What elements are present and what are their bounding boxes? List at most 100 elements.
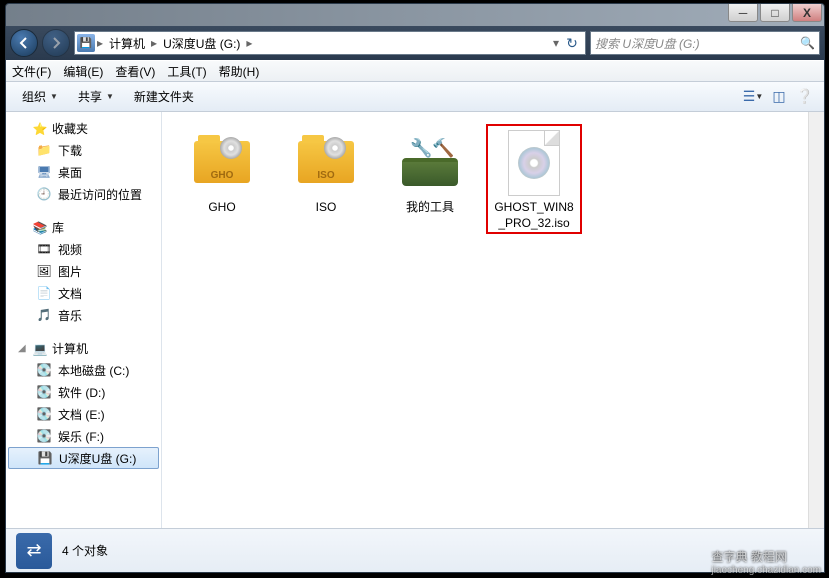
sidebar-label: 最近访问的位置 [58,186,142,203]
sidebar-group-libraries: 📚 库 🎞 视频 🖼 图片 📄 文档 🎵 音乐 [6,217,161,326]
sidebar-item-music[interactable]: 🎵 音乐 [6,304,161,326]
usb-drive-icon: ⇄ [16,533,52,569]
search-icon[interactable]: 🔍 [800,36,815,50]
star-icon: ⭐ [32,121,48,137]
sidebar-item-drive-d[interactable]: 💽 软件 (D:) [6,381,161,403]
sidebar-label: 下载 [58,142,82,159]
new-folder-button[interactable]: 新建文件夹 [126,86,202,107]
sidebar-item-downloads[interactable]: 📁 下载 [6,139,161,161]
usb-drive-icon: 💾 [37,450,53,466]
file-label: GHOST_WIN8_PRO_32.iso [492,200,576,231]
content-area: ⭐ 收藏夹 📁 下载 🖥 桌面 🕘 最近访问的位置 [6,112,824,528]
back-button[interactable] [10,29,38,57]
maximize-button[interactable]: □ [760,4,790,22]
vertical-scrollbar[interactable] [808,112,824,528]
recent-icon: 🕘 [36,186,52,202]
menu-file[interactable]: 文件(F) [12,63,51,80]
sidebar-label: 娱乐 (F:) [58,428,104,445]
folder-icon: GHO [188,128,256,196]
sidebar-item-recent[interactable]: 🕘 最近访问的位置 [6,183,161,205]
view-options-button[interactable]: ☰ ▼ [742,86,764,108]
sidebar-label: U深度U盘 (G:) [59,450,136,467]
breadcrumb-arrow-icon[interactable]: ▸ [95,36,105,50]
sidebar-label: 软件 (D:) [58,384,105,401]
sidebar-label: 视频 [58,241,82,258]
nav-bar: 💾 ▸ 计算机 ▸ U深度U盘 (G:) ▸ ▾ ↻ 搜索 U深度U盘 (G:)… [6,26,824,60]
sidebar-label: 计算机 [52,340,88,357]
sidebar-item-drive-e[interactable]: 💽 文档 (E:) [6,403,161,425]
search-placeholder: 搜索 U深度U盘 (G:) [595,35,700,52]
sidebar-head-favorites[interactable]: ⭐ 收藏夹 [6,118,161,139]
file-label: ISO [316,200,337,216]
menu-bar: 文件(F) 编辑(E) 查看(V) 工具(T) 帮助(H) [6,60,824,82]
search-input[interactable]: 搜索 U深度U盘 (G:) 🔍 [590,31,820,55]
sidebar-item-drive-c[interactable]: 💽 本地磁盘 (C:) [6,359,161,381]
address-bar[interactable]: 💾 ▸ 计算机 ▸ U深度U盘 (G:) ▸ ▾ ↻ [74,31,586,55]
explorer-window: ─ □ X 💾 ▸ 计算机 ▸ U深度U盘 (G:) ▸ ▾ ↻ 搜索 U深度U… [5,3,825,573]
status-bar: ⇄ 4 个对象 [6,528,824,572]
video-icon: 🎞 [36,241,52,257]
breadcrumb-drive[interactable]: U深度U盘 (G:) [159,32,244,54]
folder-gho[interactable]: GHO GHO [174,124,270,234]
status-text: 4 个对象 [62,542,108,559]
menu-tools[interactable]: 工具(T) [167,63,206,80]
file-list[interactable]: GHO GHO ISO ISO 🔧🔨 我的工具 GHOST_WIN8_PRO_3… [162,112,808,528]
refresh-button[interactable]: ↻ [561,32,583,54]
sidebar-item-videos[interactable]: 🎞 视频 [6,238,161,260]
library-icon: 📚 [32,220,48,236]
sidebar-item-desktop[interactable]: 🖥 桌面 [6,161,161,183]
close-button[interactable]: X [792,4,822,22]
sidebar-label: 文档 [58,285,82,302]
file-ghost-iso[interactable]: GHOST_WIN8_PRO_32.iso [486,124,582,234]
drive-icon: 💽 [36,428,52,444]
drive-icon: 💾 [77,34,95,52]
arrow-right-icon [49,36,63,50]
chevron-down-icon: ▼ [106,92,114,101]
drive-icon: 💽 [36,362,52,378]
navigation-pane: ⭐ 收藏夹 📁 下载 🖥 桌面 🕘 最近访问的位置 [6,112,162,528]
sidebar-label: 桌面 [58,164,82,181]
document-icon: 📄 [36,285,52,301]
file-label: 我的工具 [406,200,454,216]
share-label: 共享 [78,88,102,105]
menu-view[interactable]: 查看(V) [115,63,155,80]
sidebar-label: 本地磁盘 (C:) [58,362,129,379]
folder-iso[interactable]: ISO ISO [278,124,374,234]
iso-file-icon [500,130,568,196]
toolbox-icon: 🔧🔨 [396,128,464,196]
toolbar: 组织 ▼ 共享 ▼ 新建文件夹 ☰ ▼ ◫ ❔ [6,82,824,112]
sidebar-group-favorites: ⭐ 收藏夹 📁 下载 🖥 桌面 🕘 最近访问的位置 [6,118,161,205]
menu-help[interactable]: 帮助(H) [219,63,260,80]
sidebar-head-computer[interactable]: ◢ 💻 计算机 [6,338,161,359]
folder-tools[interactable]: 🔧🔨 我的工具 [382,124,478,234]
music-icon: 🎵 [36,307,52,323]
file-label: GHO [208,200,235,216]
dropdown-icon[interactable]: ▾ [551,36,561,50]
sidebar-item-drive-f[interactable]: 💽 娱乐 (F:) [6,425,161,447]
drive-icon: 💽 [36,384,52,400]
sidebar-item-documents[interactable]: 📄 文档 [6,282,161,304]
folder-icon: ISO [292,128,360,196]
sidebar-item-pictures[interactable]: 🖼 图片 [6,260,161,282]
forward-button[interactable] [42,29,70,57]
titlebar[interactable]: ─ □ X [6,4,824,26]
menu-edit[interactable]: 编辑(E) [63,63,103,80]
breadcrumb-computer[interactable]: 计算机 [105,32,149,54]
preview-pane-button[interactable]: ◫ [768,86,790,108]
sidebar-group-computer: ◢ 💻 计算机 💽 本地磁盘 (C:) 💽 软件 (D:) 💽 文档 (E:) [6,338,161,469]
sidebar-head-libraries[interactable]: 📚 库 [6,217,161,238]
sidebar-label: 图片 [58,263,82,280]
computer-icon: 💻 [32,341,48,357]
share-button[interactable]: 共享 ▼ [70,86,122,107]
help-button[interactable]: ❔ [794,86,816,108]
folder-icon: 📁 [36,142,52,158]
organize-label: 组织 [22,88,46,105]
organize-button[interactable]: 组织 ▼ [14,86,66,107]
chevron-down-icon: ▼ [50,92,58,101]
sidebar-item-drive-g[interactable]: 💾 U深度U盘 (G:) [8,447,159,469]
sidebar-label: 收藏夹 [52,120,88,137]
minimize-button[interactable]: ─ [728,4,758,22]
breadcrumb-arrow-icon[interactable]: ▸ [149,36,159,50]
collapse-icon[interactable]: ◢ [18,343,28,354]
breadcrumb-arrow-icon[interactable]: ▸ [244,36,254,50]
